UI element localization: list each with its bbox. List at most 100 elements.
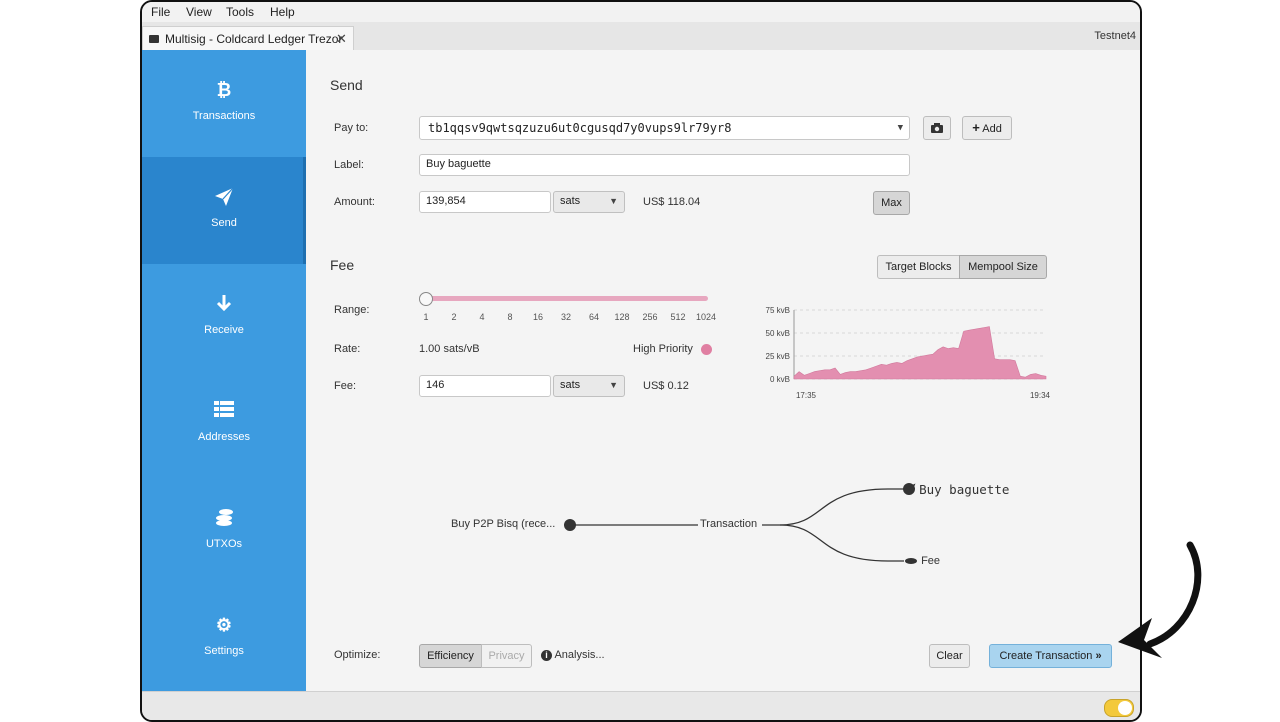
range-tick: 2 <box>451 312 457 322</box>
fee-unit-select[interactable]: sats ▼ <box>553 375 625 397</box>
amount-input[interactable]: 139,854 <box>419 191 551 213</box>
send-title: Send <box>330 77 363 93</box>
chevron-down-icon: ▼ <box>609 196 618 206</box>
input-node[interactable] <box>564 519 576 531</box>
priority-label: High Priority <box>633 343 693 355</box>
annotation-arrow <box>1118 541 1202 658</box>
connection-toggle[interactable] <box>1104 699 1134 717</box>
tab-title: Multisig - Coldcard Ledger Trezor <box>165 32 343 46</box>
analysis-link[interactable]: i Analysis... <box>541 649 605 661</box>
close-icon[interactable]: ✕ <box>336 31 347 47</box>
arrow-curve <box>1146 541 1202 648</box>
max-button[interactable]: Max <box>873 191 910 215</box>
menu-file[interactable]: File <box>151 5 170 19</box>
amount-label: Amount: <box>334 196 375 208</box>
app-window: File View Tools Help Multisig - Coldcard… <box>140 0 1142 722</box>
fee-range-thumb[interactable] <box>419 292 433 306</box>
fee-fiat: US$ 0.12 <box>643 380 689 392</box>
clear-button[interactable]: Clear <box>929 644 970 668</box>
range-tick: 32 <box>560 312 572 322</box>
sidebar-item-transactions[interactable]: ₿ Transactions <box>142 50 306 157</box>
wallet-icon <box>149 35 159 43</box>
pay-to-label: Pay to: <box>334 122 369 134</box>
optimize-label: Optimize: <box>334 649 381 661</box>
toggle-knob <box>1118 701 1132 715</box>
bitcoin-icon: ₿ <box>216 80 232 100</box>
pay-to-input[interactable]: tb1qqsv9qwtsqzuzu6ut0cgusqd7y0vups9lr79y… <box>419 116 910 140</box>
arrow-down-icon <box>142 294 306 317</box>
menu-view[interactable]: View <box>186 5 212 19</box>
label-input[interactable]: Buy baguette <box>419 154 910 176</box>
chart-y-tick: 25 kvB <box>766 352 790 361</box>
amount-fiat: US$ 118.04 <box>643 196 701 208</box>
network-label: Testnet4 <box>1094 30 1136 42</box>
target-blocks-toggle[interactable]: Target Blocks <box>877 255 960 279</box>
rate-label: Rate: <box>334 343 361 355</box>
range-tick: 8 <box>507 312 513 322</box>
create-transaction-label: Create Transaction <box>999 650 1093 662</box>
sidebar: ₿ Transactions Send Receive Addresses UT… <box>142 50 306 691</box>
range-tick: 512 <box>670 312 686 322</box>
fee-hand-icon <box>905 555 918 567</box>
chart-x-tick: 19:34 <box>1030 391 1051 400</box>
chevron-down-icon: ▼ <box>609 380 618 390</box>
menu-help[interactable]: Help <box>270 5 295 19</box>
menu-tools[interactable]: Tools <box>226 5 254 19</box>
table-icon <box>142 401 306 422</box>
output-1-label: Buy baguette <box>919 482 1010 497</box>
range-tick: 128 <box>614 312 630 322</box>
chart-area-series <box>793 326 1047 380</box>
sidebar-item-label: Settings <box>204 645 244 657</box>
diagram-center-label[interactable]: Transaction <box>700 518 757 530</box>
chart-y-tick: 0 kvB <box>770 375 790 384</box>
chart-y-tick: 50 kvB <box>766 329 790 338</box>
sidebar-item-utxos[interactable]: UTXOs <box>142 478 306 585</box>
rate-value: 1.00 sats/vB <box>419 343 480 355</box>
create-transaction-button[interactable]: Create Transaction » <box>989 644 1112 668</box>
camera-icon <box>931 123 943 133</box>
tab-wallet[interactable]: Multisig - Coldcard Ledger Trezor ✕ <box>142 26 354 51</box>
range-tick: 1024 <box>695 312 717 322</box>
range-tick: 1 <box>423 312 429 322</box>
range-tick: 16 <box>532 312 544 322</box>
mempool-size-toggle[interactable]: Mempool Size <box>959 255 1047 279</box>
paper-plane-icon <box>142 187 306 212</box>
range-tick: 64 <box>588 312 600 322</box>
range-tick: 256 <box>642 312 658 322</box>
chevron-down-icon[interactable]: ▼ <box>898 123 903 133</box>
double-chevron-right-icon: » <box>1095 650 1102 662</box>
sidebar-item-label: Transactions <box>192 110 256 122</box>
plus-icon: + <box>972 120 980 135</box>
output-branch-2 <box>779 524 904 562</box>
sidebar-item-addresses[interactable]: Addresses <box>142 371 306 478</box>
fee-range-track[interactable] <box>422 296 708 301</box>
amount-unit-select[interactable]: sats ▼ <box>553 191 625 213</box>
paper-plane-icon <box>905 483 916 497</box>
sidebar-item-label: UTXOs <box>205 538 243 550</box>
add-button[interactable]: + Add <box>962 116 1012 140</box>
tab-bar: Multisig - Coldcard Ledger Trezor ✕ Test… <box>142 22 1140 51</box>
label-label: Label: <box>334 159 364 171</box>
range-tick: 4 <box>479 312 485 322</box>
range-label: Range: <box>334 304 370 316</box>
gear-icon: ⚙ <box>215 615 233 635</box>
fee-label: Fee: <box>334 380 357 392</box>
privacy-toggle[interactable]: Privacy <box>481 644 532 668</box>
sidebar-item-settings[interactable]: ⚙ Settings <box>142 585 306 692</box>
efficiency-toggle[interactable]: Efficiency <box>419 644 482 668</box>
fee-input[interactable]: 146 <box>419 375 551 397</box>
mempool-chart: 75 kvB 50 kvB 25 kvB 0 kvB 17:35 19:34 <box>766 306 1051 400</box>
fee-unit-value: sats <box>560 379 581 391</box>
chart-y-tick: 75 kvB <box>766 306 790 315</box>
chart-x-tick: 17:35 <box>796 391 817 400</box>
diagram-output-1[interactable]: Buy baguette <box>905 482 1009 497</box>
sidebar-item-receive[interactable]: Receive <box>142 264 306 371</box>
sidebar-item-label: Addresses <box>198 431 250 443</box>
add-button-label: Add <box>982 123 1002 135</box>
pay-to-value: tb1qqsv9qwtsqzuzu6ut0cgusqd7y0vups9lr79y… <box>428 121 732 135</box>
sidebar-item-send[interactable]: Send <box>142 157 306 264</box>
diagram-output-2[interactable]: Fee <box>905 555 940 567</box>
camera-button[interactable] <box>923 116 951 140</box>
diagram-input-label[interactable]: Buy P2P Bisq (rece... <box>451 518 555 530</box>
output-2-label: Fee <box>921 555 941 567</box>
